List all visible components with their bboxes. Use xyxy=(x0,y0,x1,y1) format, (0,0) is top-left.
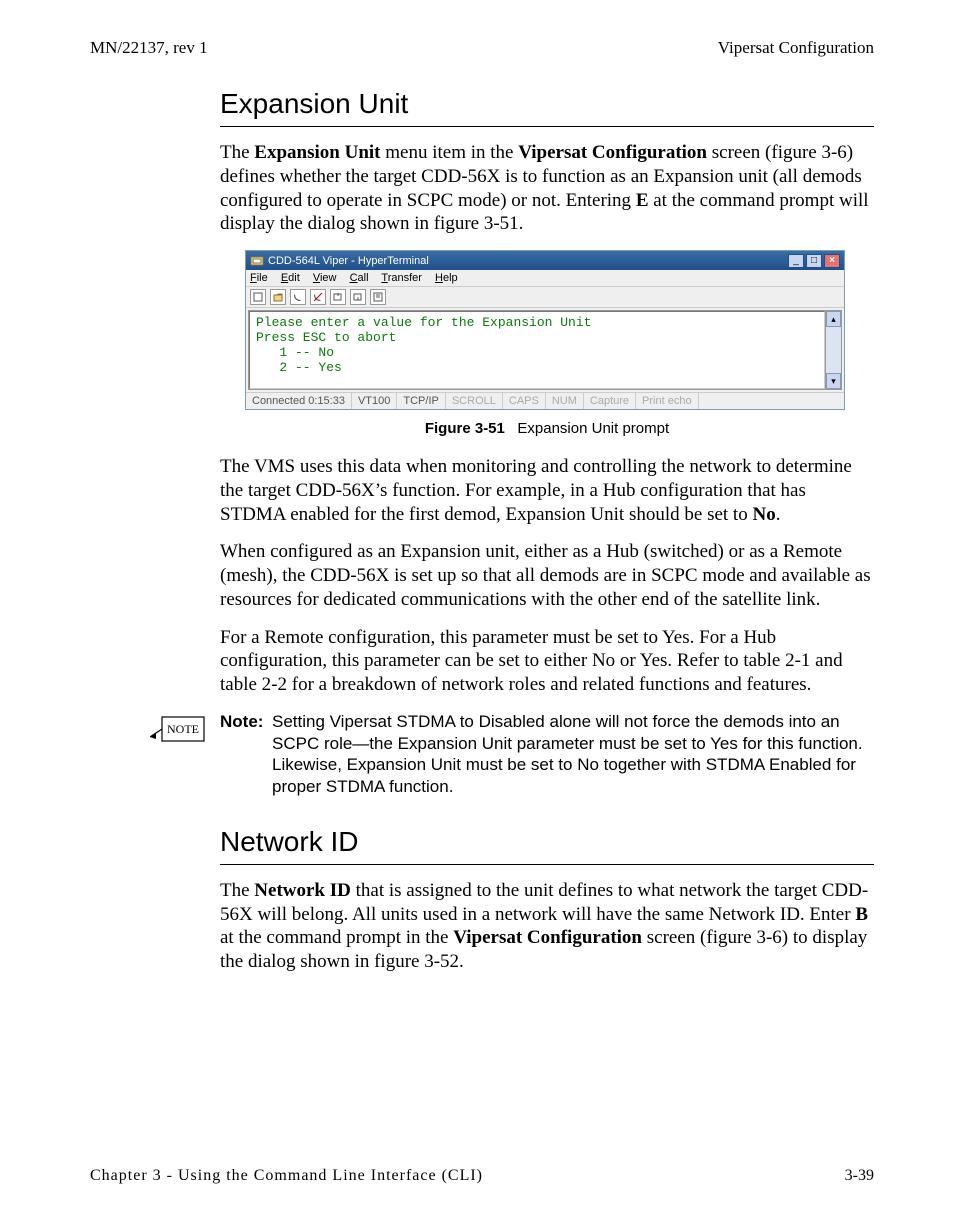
hyperterminal-menubar: File Edit View Call Transfer Help xyxy=(246,270,844,287)
hyperterminal-toolbar xyxy=(246,287,844,308)
para-remote-config: For a Remote configuration, this paramet… xyxy=(220,626,874,697)
toolbar-properties-icon[interactable] xyxy=(370,289,386,305)
hyperterminal-title: CDD-564L Viper - HyperTerminal xyxy=(250,254,429,268)
toolbar-call-icon[interactable] xyxy=(290,289,306,305)
hyperterminal-body: Please enter a value for the Expansion U… xyxy=(248,310,842,390)
main-content: Expansion Unit The Expansion Unit menu i… xyxy=(220,88,874,974)
running-header-left: MN/22137, rev 1 xyxy=(90,38,208,58)
running-header: MN/22137, rev 1 Vipersat Configuration xyxy=(90,38,874,58)
status-scroll: SCROLL xyxy=(446,393,503,409)
toolbar-disconnect-icon[interactable] xyxy=(310,289,326,305)
para-network-id: The Network ID that is assigned to the u… xyxy=(220,879,874,974)
vertical-scrollbar[interactable]: ▴ ▾ xyxy=(825,311,841,389)
hyperterminal-icon xyxy=(250,254,264,268)
note-label: Note: xyxy=(220,711,272,798)
hyperterminal-statusbar: Connected 0:15:33 VT100 TCP/IP SCROLL CA… xyxy=(246,392,844,409)
para-when-configured: When configured as an Expansion unit, ei… xyxy=(220,540,874,611)
figure-3-51: CDD-564L Viper - HyperTerminal _ □ × Fil… xyxy=(245,250,874,410)
menu-file[interactable]: File xyxy=(250,272,268,284)
page-footer: Chapter 3 - Using the Command Line Inter… xyxy=(90,1167,874,1185)
figure-caption-text: Expansion Unit prompt xyxy=(517,420,669,437)
menu-help[interactable]: Help xyxy=(435,272,458,284)
figure-caption: Figure 3-51 Expansion Unit prompt xyxy=(220,420,874,437)
para-expansion-intro: The Expansion Unit menu item in the Vipe… xyxy=(220,141,874,236)
toolbar-new-icon[interactable] xyxy=(250,289,266,305)
minimize-button[interactable]: _ xyxy=(788,254,804,268)
toolbar-open-icon[interactable] xyxy=(270,289,286,305)
toolbar-receive-icon[interactable] xyxy=(350,289,366,305)
section-heading-expansion-unit: Expansion Unit xyxy=(220,88,874,120)
hyperterminal-titlebar: CDD-564L Viper - HyperTerminal _ □ × xyxy=(246,251,844,270)
status-num: NUM xyxy=(546,393,584,409)
menu-edit[interactable]: Edit xyxy=(281,272,300,284)
status-echo: Print echo xyxy=(636,393,699,409)
menu-call[interactable]: Call xyxy=(350,272,369,284)
toolbar-send-icon[interactable] xyxy=(330,289,346,305)
note-block: NOTE Note: Setting Vipersat STDMA to Dis… xyxy=(150,711,874,798)
maximize-button[interactable]: □ xyxy=(806,254,822,268)
status-protocol: TCP/IP xyxy=(397,393,445,409)
window-buttons: _ □ × xyxy=(788,254,840,268)
scroll-down-icon[interactable]: ▾ xyxy=(826,373,841,389)
heading-rule-2 xyxy=(220,864,874,865)
section-heading-network-id: Network ID xyxy=(220,826,874,858)
footer-chapter: Chapter 3 - Using the Command Line Inter… xyxy=(90,1167,483,1185)
close-button[interactable]: × xyxy=(824,254,840,268)
scroll-up-icon[interactable]: ▴ xyxy=(826,311,841,327)
note-text: Note: Setting Vipersat STDMA to Disabled… xyxy=(210,711,874,798)
heading-rule xyxy=(220,126,874,127)
running-header-right: Vipersat Configuration xyxy=(718,38,874,58)
note-icon-label: NOTE xyxy=(167,722,199,736)
para-vms: The VMS uses this data when monitoring a… xyxy=(220,455,874,526)
note-body: Setting Vipersat STDMA to Disabled alone… xyxy=(272,711,874,798)
hyperterminal-window: CDD-564L Viper - HyperTerminal _ □ × Fil… xyxy=(245,250,845,410)
status-emulation: VT100 xyxy=(352,393,397,409)
menu-view[interactable]: View xyxy=(313,272,337,284)
status-connected: Connected 0:15:33 xyxy=(246,393,352,409)
menu-transfer[interactable]: Transfer xyxy=(381,272,422,284)
figure-number: Figure 3-51 xyxy=(425,420,505,437)
footer-page-number: 3-39 xyxy=(845,1167,874,1185)
status-caps: CAPS xyxy=(503,393,546,409)
terminal-output: Please enter a value for the Expansion U… xyxy=(249,311,825,389)
status-capture: Capture xyxy=(584,393,636,409)
note-icon: NOTE xyxy=(150,711,210,798)
